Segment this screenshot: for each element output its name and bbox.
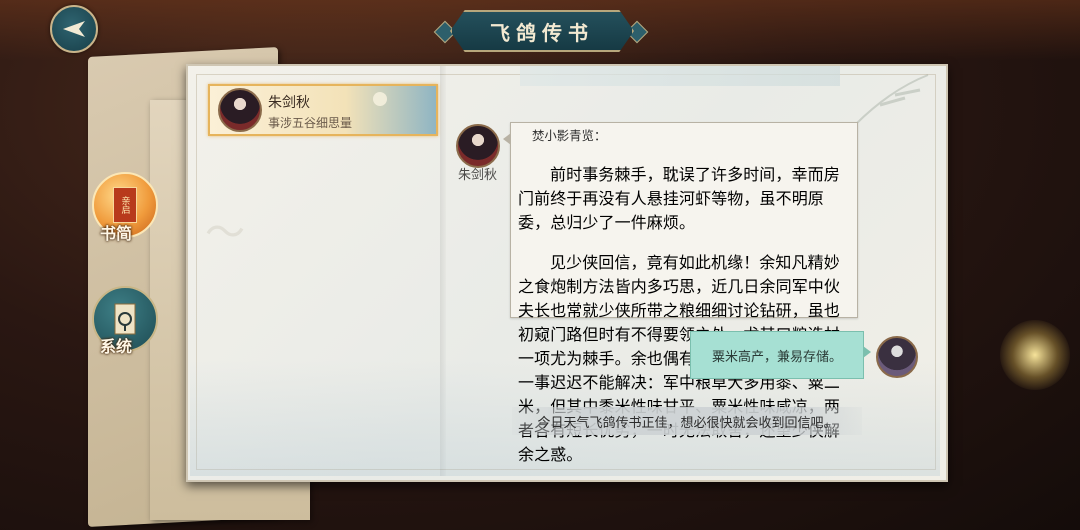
moon-decoration [373,92,387,106]
tab-system-label: 系统 [100,337,133,356]
tab-letters-label: 书简 [100,224,133,243]
contact-avatar [218,88,262,132]
letter-seal-icon: 亲启 [113,187,137,223]
sender-name: 朱剑秋 [458,168,498,183]
status-notice: 今日天气飞鸽传书正佳，想必很快就会收到回信吧。 [512,407,862,435]
message-paragraph: 前时事务棘手，耽误了许多时间，幸而房门前终于再没有人悬挂河虾等物，虽不明原委，总… [518,165,840,232]
player-avatar [876,336,918,378]
back-button[interactable] [50,5,98,53]
contact-subtitle: 事涉五谷细思量 [268,116,353,130]
sender-avatar [456,124,500,168]
back-arrow-icon [63,21,85,37]
contact-name: 朱剑秋 [268,95,310,111]
reply-text: 粟米高产，兼易存储。 [711,349,842,365]
page-title-plate: 飞鸽传书 [450,10,634,52]
lantern-glow [1000,320,1070,390]
letter-seal-text: 亲启 [119,196,130,214]
bamboo-decoration [854,74,929,126]
reply-bubble: 粟米高产，兼易存储。 [690,331,871,379]
page-title: 飞鸽传书 [490,20,594,45]
status-notice-text: 今日天气飞鸽传书正佳，想必很快就会收到回信吧。 [537,415,837,431]
watermark-decoration: 〜 [205,210,245,256]
previous-message-strip [520,66,840,86]
message-greeting: 焚小影青览： [532,128,607,143]
